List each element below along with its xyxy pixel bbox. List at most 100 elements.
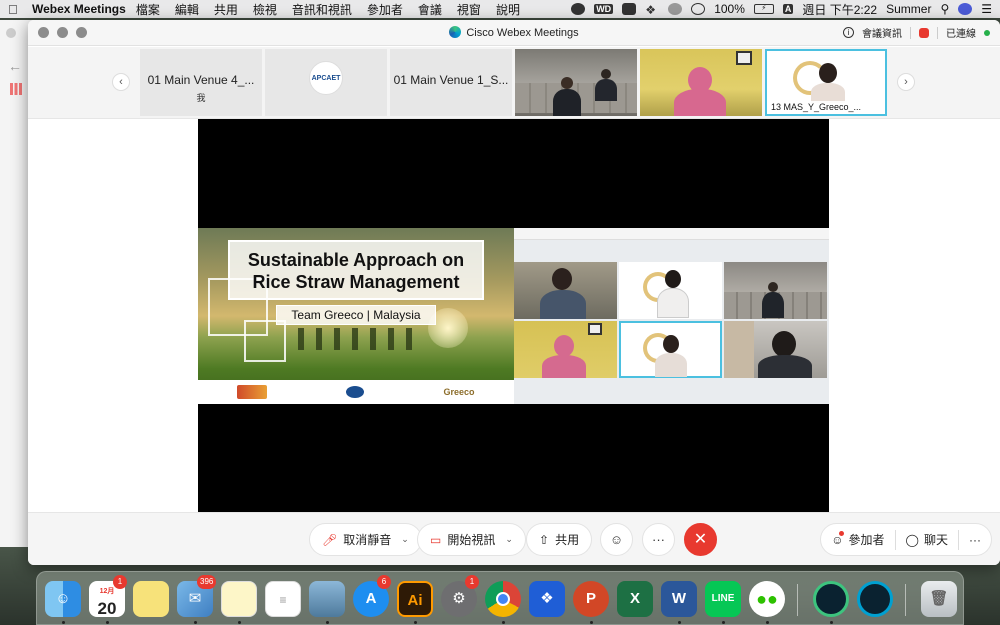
smiley-icon: ☺: [609, 532, 624, 547]
participant-body: [811, 83, 845, 103]
dropbox-app-icon[interactable]: ❖: [529, 581, 565, 617]
apple-icon[interactable]: : [8, 2, 26, 17]
participants-button[interactable]: ☺ 參加者: [821, 523, 894, 556]
finder-icon[interactable]: ☺: [45, 581, 81, 617]
mic-off-icon: 🎤︎: [322, 532, 338, 547]
share-icon: ⇧: [539, 532, 550, 547]
person-icon: ☺: [831, 530, 845, 547]
wall-frame: [736, 51, 752, 65]
menu-edit[interactable]: 編輯: [175, 1, 199, 18]
word-icon[interactable]: W: [661, 581, 697, 617]
meeting-info-link[interactable]: 會議資訊: [862, 25, 902, 40]
participant-body: [674, 89, 726, 116]
status-icon[interactable]: [571, 3, 586, 15]
trash-icon[interactable]: 🗑︎: [921, 581, 957, 617]
dock: ☺ 12月 20 1 ✉ 396 ≡ A 6 Ai ⚙ 1 ❖ P X W LI…: [36, 571, 964, 625]
participant-head: [554, 335, 574, 357]
stickies-icon[interactable]: [133, 581, 169, 617]
presentation-slide: Sustainable Approach on Rice Straw Manag…: [198, 228, 514, 404]
filmstrip-prev-icon[interactable]: ‹: [112, 73, 130, 91]
b-icon[interactable]: [622, 3, 637, 15]
close-icon: ✕: [693, 531, 708, 548]
menu-share[interactable]: 共用: [214, 1, 238, 18]
menu-file[interactable]: 檔案: [136, 1, 160, 18]
chevron-down-icon[interactable]: ⌄: [401, 534, 409, 545]
slide-title-line2: Rice Straw Management: [252, 272, 460, 292]
menu-participants[interactable]: 參加者: [367, 1, 403, 18]
shared-video-grid: [514, 228, 829, 404]
siri-icon[interactable]: [958, 3, 973, 15]
share-button[interactable]: ⇧ 共用: [526, 523, 593, 556]
video-tile[interactable]: 01 Main Venue 1_S...: [390, 49, 512, 116]
filmstrip-next-icon[interactable]: ›: [897, 73, 915, 91]
chrome-icon[interactable]: [485, 581, 521, 617]
leave-meeting-button[interactable]: ✕: [684, 523, 717, 556]
line-icon[interactable]: LINE: [705, 581, 741, 617]
video-tile[interactable]: 01 Main Venue 4_... 我: [140, 49, 262, 116]
grid-video-cell: [514, 321, 617, 378]
preview-icon[interactable]: [309, 581, 345, 617]
webex-meetings-icon[interactable]: [813, 581, 849, 617]
more-icon: ···: [969, 532, 981, 547]
tile-self-label: 我: [196, 93, 206, 103]
reminders-icon[interactable]: ≡: [265, 581, 301, 617]
decor-frame: [244, 320, 286, 362]
participant-head: [772, 331, 796, 357]
share-label: 共用: [555, 533, 580, 547]
running-indicator: [678, 621, 681, 624]
menu-meeting[interactable]: 會議: [418, 1, 442, 18]
unmute-button[interactable]: 🎤︎ 取消靜音 ⌄: [309, 523, 422, 556]
powerpoint-icon[interactable]: P: [573, 581, 609, 617]
chat-button[interactable]: ◯ 聊天: [896, 523, 958, 556]
unmute-label: 取消靜音: [343, 533, 392, 547]
running-indicator: [62, 621, 65, 624]
running-indicator: [502, 621, 505, 624]
participant-head: [663, 335, 679, 353]
menubar-user[interactable]: Summer: [886, 2, 931, 16]
excel-icon[interactable]: X: [617, 581, 653, 617]
dropbox-icon[interactable]: ❖: [645, 3, 659, 17]
reactions-button[interactable]: ☺: [600, 523, 633, 556]
chat-label: 聊天: [923, 533, 948, 547]
spotlight-icon[interactable]: ⚲: [940, 2, 949, 16]
illustrator-icon[interactable]: Ai: [397, 581, 433, 617]
menu-view[interactable]: 檢視: [253, 1, 277, 18]
tile-name: 13 MAS_Y_Greeco_...: [767, 101, 885, 114]
grid-video-cell: [514, 262, 617, 319]
control-center-icon[interactable]: ☰: [981, 2, 992, 16]
menubar-clock[interactable]: 週日 下午2:22: [802, 1, 877, 18]
video-tile[interactable]: [515, 49, 637, 116]
menu-help[interactable]: 說明: [496, 1, 520, 18]
mail-badge: 396: [197, 575, 217, 589]
menu-window[interactable]: 視窗: [457, 1, 481, 18]
wd-icon[interactable]: WD: [594, 4, 614, 14]
battery-icon[interactable]: ⚡: [753, 4, 774, 14]
webex-app-icon[interactable]: [857, 581, 893, 617]
app-menu[interactable]: Webex Meetings: [32, 2, 126, 16]
grid-video-cell-active: [619, 321, 722, 378]
camera-off-icon: ▭: [430, 532, 442, 547]
wechat-icon[interactable]: ●●: [749, 581, 785, 617]
video-tile[interactable]: APCAET: [265, 49, 387, 116]
dock-divider: [797, 584, 798, 616]
battery-percent: 100%: [714, 2, 745, 16]
greeco-footer-logo: Greeco: [443, 387, 475, 397]
video-tile[interactable]: [640, 49, 762, 116]
more-options-button[interactable]: ···: [642, 523, 675, 556]
participant-body: [540, 290, 586, 319]
info-icon[interactable]: i: [843, 27, 854, 38]
slide-title-line1: Sustainable Approach on: [247, 250, 465, 270]
recording-icon[interactable]: [919, 27, 929, 38]
video-tile-active[interactable]: 13 MAS_Y_Greeco_...: [765, 49, 887, 116]
menu-audio-video[interactable]: 音訊和視訊: [292, 1, 352, 18]
input-source-icon[interactable]: A: [782, 4, 794, 14]
forward-icon[interactable]: [668, 3, 683, 15]
tree-line: [298, 328, 418, 350]
connection-status: 已連線: [946, 29, 976, 40]
panel-more-button[interactable]: ···: [959, 523, 991, 556]
participant-body: [758, 355, 812, 378]
cc-icon[interactable]: [691, 3, 706, 15]
chevron-down-icon[interactable]: ⌄: [505, 534, 513, 545]
start-video-button[interactable]: ▭ 開始視訊 ⌄: [417, 523, 526, 556]
notes-icon[interactable]: [221, 581, 257, 617]
